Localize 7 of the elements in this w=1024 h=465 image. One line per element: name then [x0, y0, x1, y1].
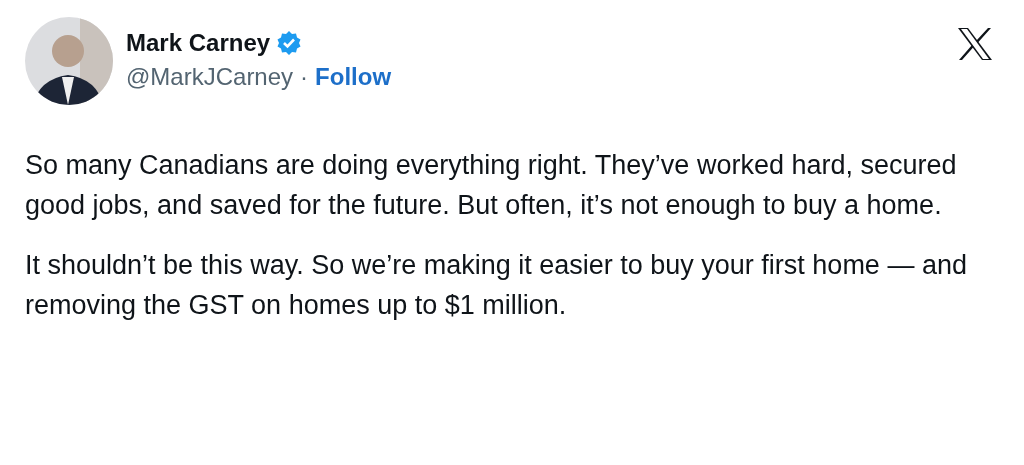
- tweet-paragraph: So many Canadians are doing everything right. They’ve worked hard, secured good jobs, and saved for the future. But often, it’s not enough to buy a home.: [25, 149, 958, 222]
- author-name: Mark Carney: [126, 29, 271, 57]
- follow-link[interactable]: Follow: [315, 63, 392, 91]
- x-logo-icon[interactable]: [958, 28, 992, 60]
- author-handle: @MarkJCarney: [126, 63, 294, 91]
- separator-dot: ·: [300, 63, 309, 91]
- tweet-paragraph: It shouldn’t be this way. So we’re making it easier to buy your first home — and removing the GST on homes up to $1 million.: [25, 249, 968, 322]
